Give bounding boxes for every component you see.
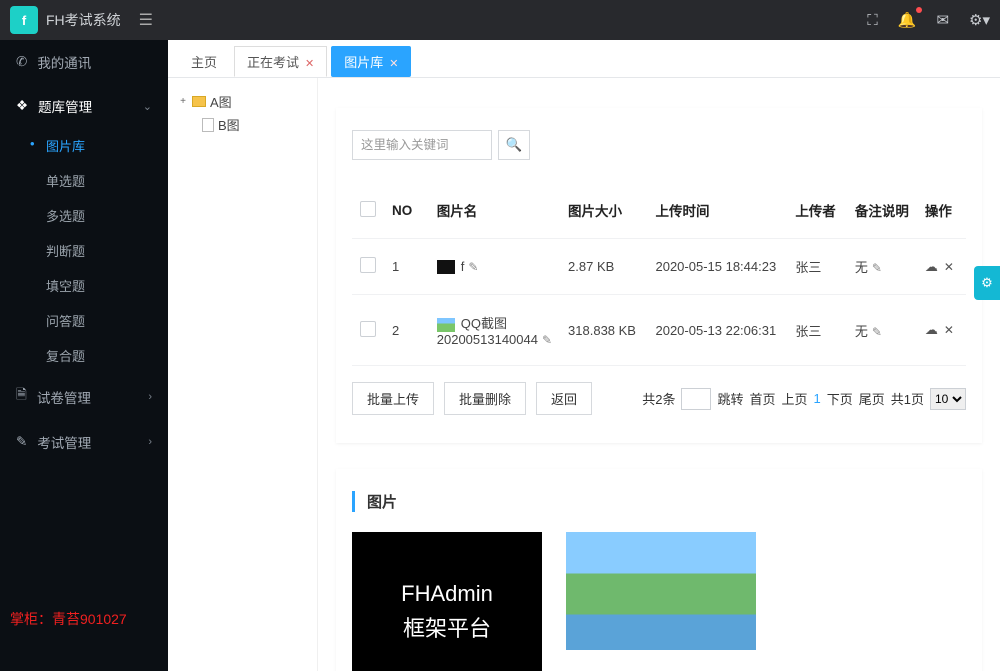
main-panel: 🔍 NO 图片名 图片大小 上传时间 上传者 备注说明 操作 (318, 78, 1000, 671)
pager-next[interactable]: 下页 (827, 389, 853, 408)
table-row: 2 QQ截图20200513140044✎ 318.838 KB 2020-05… (352, 295, 966, 366)
delete-icon[interactable]: ✕ (944, 260, 954, 274)
settings-float-button[interactable]: ⚙ (974, 266, 1000, 300)
gallery-image-pic (566, 532, 756, 650)
fullscreen-icon[interactable]: ⛶ (867, 12, 878, 29)
close-icon[interactable]: ✕ (305, 58, 314, 70)
checkbox-all[interactable] (360, 201, 376, 217)
delete-icon[interactable]: ✕ (944, 323, 954, 337)
sidebar-item-question-bank[interactable]: ❖ 题库管理 ⌄ (0, 84, 168, 128)
sidebar-item-contacts[interactable]: ✆ 我的通讯 (0, 40, 168, 84)
section-title: 图片 (352, 491, 966, 512)
mail-icon[interactable]: ✉ (936, 11, 949, 29)
tab-exam-running[interactable]: 正在考试✕ (234, 46, 327, 77)
search-button[interactable]: 🔍 (498, 130, 530, 160)
close-icon[interactable]: ✕ (389, 58, 398, 70)
search-row: 🔍 (352, 130, 966, 160)
tree-node-b[interactable]: B图 (178, 113, 307, 136)
folder-icon (192, 96, 206, 107)
gallery-item[interactable]: FHAdmin 框架平台 (352, 532, 542, 671)
tab-image-lib[interactable]: 图片库✕ (331, 46, 411, 77)
batch-upload-button[interactable]: 批量上传 (352, 382, 434, 415)
subitem-single[interactable]: 单选题 (0, 163, 168, 198)
sidebar-item-exam[interactable]: ✎ 考试管理 › (0, 420, 168, 464)
content: 主页 正在考试✕ 图片库✕ + A图 B图 🔍 (168, 40, 1000, 671)
subitem-multi[interactable]: 多选题 (0, 198, 168, 233)
tab-home[interactable]: 主页 (178, 46, 230, 77)
image-table: NO 图片名 图片大小 上传时间 上传者 备注说明 操作 1 f✎ 2. (352, 182, 966, 366)
thumbnail (437, 260, 455, 274)
sidebar-footer: 掌柜：青苔901027 (10, 609, 127, 629)
gallery-image-fhadmin: FHAdmin 框架平台 (352, 532, 542, 671)
subitem-image-lib[interactable]: 图片库 (0, 128, 168, 163)
phone-icon: ✆ (16, 54, 27, 70)
batch-delete-button[interactable]: 批量删除 (444, 382, 526, 415)
gallery-item[interactable] (566, 532, 756, 671)
thumbnail (437, 318, 455, 332)
gear-icon[interactable]: ⚙▾ (969, 11, 990, 29)
stack-icon: ❖ (16, 98, 28, 114)
topbar: f FH考试系统 ☰ ⛶ 🔔 ✉ ⚙▾ (0, 0, 1000, 40)
button-row: 批量上传 批量删除 返回 共2条 跳转 首页 上页 1 下页 尾页 共1页 10 (352, 366, 966, 421)
edit-remark-icon[interactable]: ✎ (872, 261, 882, 275)
checkbox-row[interactable] (360, 257, 376, 273)
pager-first[interactable]: 首页 (749, 389, 775, 408)
chevron-down-icon: ⌄ (143, 100, 152, 113)
subitem-qa[interactable]: 问答题 (0, 303, 168, 338)
checkbox-row[interactable] (360, 321, 376, 337)
table-row: 1 f✎ 2.87 KB 2020-05-15 18:44:23 张三 无✎ ☁… (352, 239, 966, 295)
brand-title: FH考试系统 (46, 10, 121, 30)
tabs: 主页 正在考试✕ 图片库✕ (168, 40, 1000, 78)
brand-logo: f (10, 6, 38, 34)
chevron-right-icon: › (148, 436, 152, 448)
subitem-fill[interactable]: 填空题 (0, 268, 168, 303)
download-icon[interactable]: ☁ (925, 322, 938, 337)
pager-last[interactable]: 尾页 (859, 389, 885, 408)
search-icon: 🔍 (506, 137, 523, 153)
download-icon[interactable]: ☁ (925, 259, 938, 274)
subitem-compound[interactable]: 复合题 (0, 338, 168, 373)
pager-jump[interactable]: 跳转 (717, 389, 743, 408)
brand: f FH考试系统 (10, 6, 121, 34)
edit-icon: ✎ (16, 434, 27, 450)
expand-icon[interactable]: + (178, 96, 188, 107)
subitem-judge[interactable]: 判断题 (0, 233, 168, 268)
back-button[interactable]: 返回 (536, 382, 592, 415)
edit-name-icon[interactable]: ✎ (542, 333, 552, 347)
sidebar: ✆ 我的通讯 ❖ 题库管理 ⌄ 图片库 单选题 多选题 判断题 填空题 问答题 … (0, 40, 168, 671)
search-input[interactable] (352, 130, 492, 160)
edit-remark-icon[interactable]: ✎ (872, 325, 882, 339)
folder-tree: + A图 B图 (168, 78, 318, 671)
bell-icon[interactable]: 🔔 (898, 11, 917, 29)
topbar-actions: ⛶ 🔔 ✉ ⚙▾ (867, 11, 990, 29)
sidebar-item-paper[interactable]: 🗎 试卷管理 › (0, 373, 168, 420)
edit-name-icon[interactable]: ✎ (468, 260, 478, 274)
gear-icon: ⚙ (981, 275, 993, 291)
pager-current: 1 (814, 391, 821, 406)
chevron-right-icon: › (148, 391, 152, 403)
pager-size-select[interactable]: 10 (930, 388, 966, 410)
pager-jump-input[interactable] (681, 388, 711, 410)
doc-icon: 🗎 (16, 385, 27, 408)
pager: 共2条 跳转 首页 上页 1 下页 尾页 共1页 10 (642, 388, 966, 410)
submenu-question-bank: 图片库 单选题 多选题 判断题 填空题 问答题 复合题 (0, 128, 168, 373)
menu-collapse-icon[interactable]: ☰ (139, 10, 153, 30)
tree-node-a[interactable]: + A图 (178, 90, 307, 113)
gallery: FHAdmin 框架平台 (352, 532, 966, 671)
pager-prev[interactable]: 上页 (781, 389, 807, 408)
file-icon (202, 118, 214, 132)
